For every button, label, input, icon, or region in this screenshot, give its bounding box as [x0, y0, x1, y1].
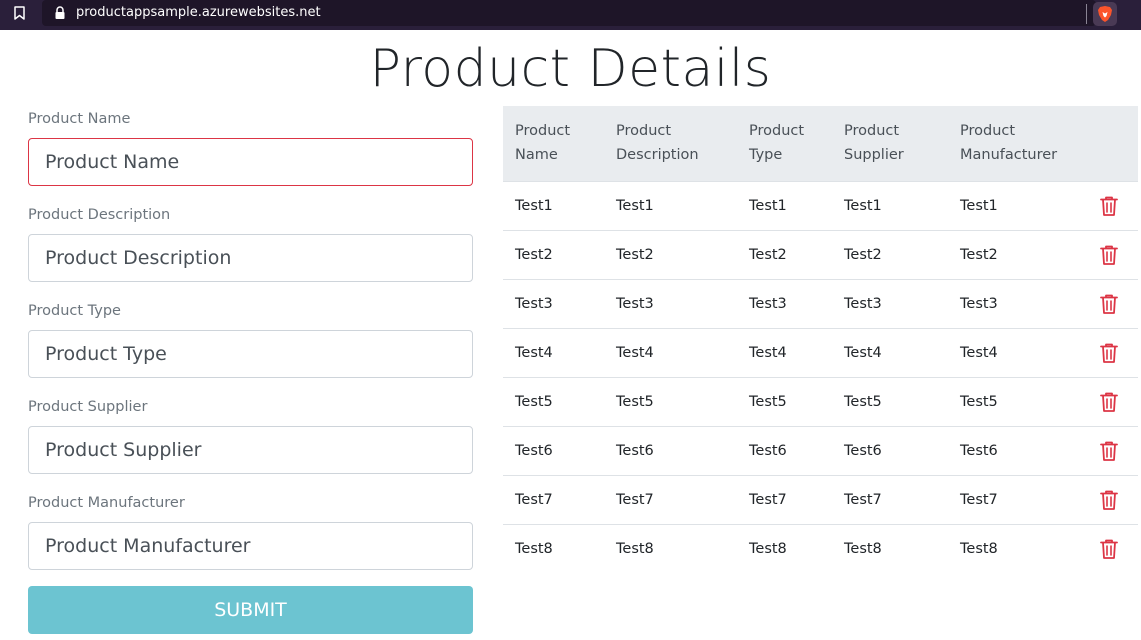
delete-cell — [1080, 425, 1138, 475]
delete-cell — [1080, 278, 1138, 328]
cell-product-description: Test8 — [604, 523, 737, 573]
cell-product-type: Test1 — [737, 180, 832, 230]
browser-toolbar: productappsample.azurewebsites.net — [0, 0, 1141, 30]
product-name-input[interactable] — [28, 138, 473, 186]
product-supplier-label: Product Supplier — [28, 399, 148, 415]
address-url[interactable]: productappsample.azurewebsites.net — [76, 4, 321, 22]
cell-product-supplier: Test3 — [832, 278, 948, 328]
table-row: Test1 Test1 Test1 Test1 Test1 — [503, 180, 1138, 230]
cell-product-type: Test4 — [737, 327, 832, 377]
cell-product-description: Test1 — [604, 180, 737, 230]
cell-product-type: Test7 — [737, 474, 832, 524]
cell-product-manufacturer: Test4 — [948, 327, 1080, 377]
cell-product-manufacturer: Test3 — [948, 278, 1080, 328]
cell-product-type: Test3 — [737, 278, 832, 328]
products-table: Product Name Product Description Product… — [503, 106, 1138, 573]
trash-icon[interactable] — [1099, 195, 1119, 217]
cell-product-name: Test8 — [503, 523, 604, 573]
submit-button[interactable]: SUBMIT — [28, 586, 473, 634]
bookmark-icon[interactable] — [14, 6, 25, 20]
header-product-type: Product Type — [749, 123, 805, 164]
product-manufacturer-input[interactable] — [28, 522, 473, 570]
cell-product-supplier: Test2 — [832, 229, 948, 279]
cell-product-description: Test2 — [604, 229, 737, 279]
table-row: Test7 Test7 Test7 Test7 Test7 — [503, 474, 1138, 524]
toolbar-divider — [1086, 4, 1087, 24]
cell-product-description: Test5 — [604, 376, 737, 426]
product-description-label: Product Description — [28, 207, 171, 223]
header-actions — [1080, 106, 1138, 181]
cell-product-name: Test2 — [503, 229, 604, 279]
cell-product-type: Test8 — [737, 523, 832, 573]
cell-product-manufacturer: Test2 — [948, 229, 1080, 279]
cell-product-description: Test6 — [604, 425, 737, 475]
product-description-input[interactable] — [28, 234, 473, 282]
product-manufacturer-label: Product Manufacturer — [28, 495, 185, 511]
delete-cell — [1080, 474, 1138, 524]
table-row: Test3 Test3 Test3 Test3 Test3 — [503, 278, 1138, 328]
product-type-input[interactable] — [28, 330, 473, 378]
trash-icon[interactable] — [1099, 489, 1119, 511]
delete-cell — [1080, 327, 1138, 377]
cell-product-type: Test5 — [737, 376, 832, 426]
cell-product-supplier: Test1 — [832, 180, 948, 230]
cell-product-description: Test3 — [604, 278, 737, 328]
trash-icon[interactable] — [1099, 538, 1119, 560]
trash-icon[interactable] — [1099, 440, 1119, 462]
product-type-label: Product Type — [28, 303, 121, 319]
header-product-name: Product Name — [515, 123, 571, 164]
header-product-manufacturer: Product Manufacturer — [960, 123, 1058, 164]
cell-product-supplier: Test5 — [832, 376, 948, 426]
cell-product-manufacturer: Test5 — [948, 376, 1080, 426]
cell-product-supplier: Test6 — [832, 425, 948, 475]
product-supplier-input[interactable] — [28, 426, 473, 474]
cell-product-type: Test2 — [737, 229, 832, 279]
trash-icon[interactable] — [1099, 293, 1119, 315]
cell-product-name: Test5 — [503, 376, 604, 426]
table-row: Test5 Test5 Test5 Test5 Test5 — [503, 376, 1138, 426]
table-row: Test2 Test2 Test2 Test2 Test2 — [503, 229, 1138, 279]
product-name-label: Product Name — [28, 111, 131, 127]
cell-product-supplier: Test7 — [832, 474, 948, 524]
header-product-description: Product Description — [616, 123, 699, 164]
cell-product-description: Test7 — [604, 474, 737, 524]
trash-icon[interactable] — [1099, 342, 1119, 364]
table-row: Test4 Test4 Test4 Test4 Test4 — [503, 327, 1138, 377]
cell-product-name: Test3 — [503, 278, 604, 328]
cell-product-supplier: Test8 — [832, 523, 948, 573]
trash-icon[interactable] — [1099, 391, 1119, 413]
brave-icon[interactable] — [1093, 2, 1117, 26]
cell-product-manufacturer: Test8 — [948, 523, 1080, 573]
table-body: Test1 Test1 Test1 Test1 Test1 Test2 Test2 Test2… — [503, 180, 1138, 573]
cell-product-type: Test6 — [737, 425, 832, 475]
cell-product-manufacturer: Test6 — [948, 425, 1080, 475]
page-title: Product Details — [369, 39, 772, 99]
table-row: Test8 Test8 Test8 Test8 Test8 — [503, 523, 1138, 573]
delete-cell — [1080, 523, 1138, 573]
cell-product-name: Test6 — [503, 425, 604, 475]
cell-product-supplier: Test4 — [832, 327, 948, 377]
cell-product-name: Test4 — [503, 327, 604, 377]
cell-product-description: Test4 — [604, 327, 737, 377]
product-form: Product Name Product Description Product… — [28, 108, 473, 588]
header-product-supplier: Product Supplier — [844, 123, 904, 164]
trash-icon[interactable] — [1099, 244, 1119, 266]
delete-cell — [1080, 180, 1138, 230]
cell-product-manufacturer: Test7 — [948, 474, 1080, 524]
table-row: Test6 Test6 Test6 Test6 Test6 — [503, 425, 1138, 475]
delete-cell — [1080, 376, 1138, 426]
cell-product-name: Test7 — [503, 474, 604, 524]
table-header-row: Product Name Product Description Product… — [503, 106, 1138, 181]
delete-cell — [1080, 229, 1138, 279]
lock-icon[interactable] — [54, 6, 66, 20]
cell-product-name: Test1 — [503, 180, 604, 230]
cell-product-manufacturer: Test1 — [948, 180, 1080, 230]
